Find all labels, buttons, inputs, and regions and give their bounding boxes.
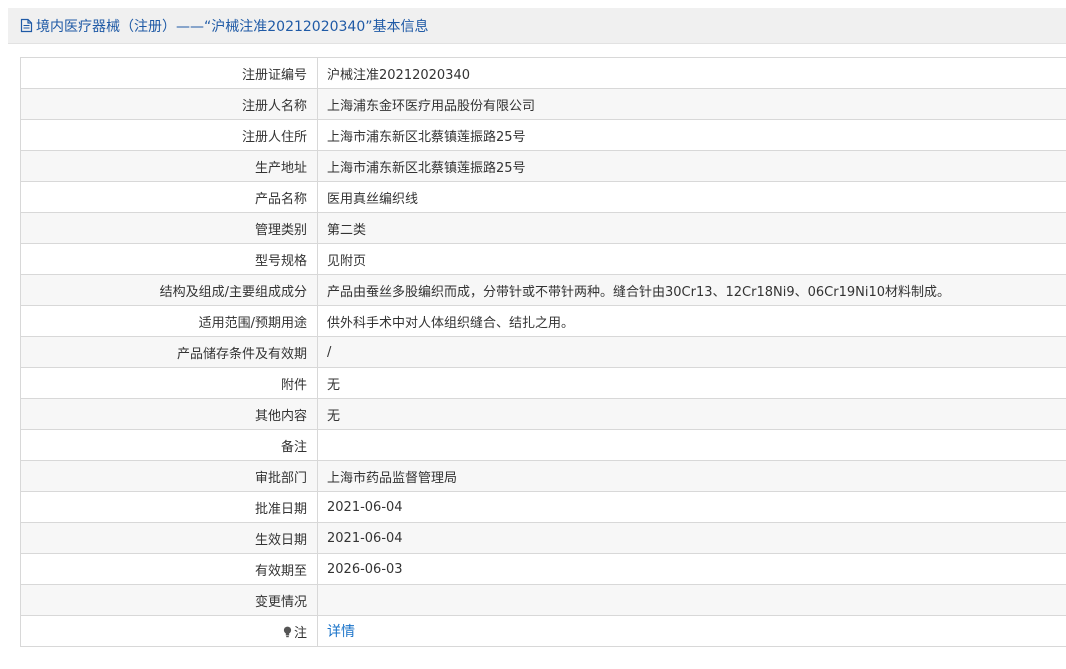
row-label: 注册证编号 (20, 57, 318, 89)
row-label: 产品名称 (20, 181, 318, 213)
row-label: 注册人住所 (20, 119, 318, 151)
row-value: / (317, 336, 1066, 368)
info-panel: 注册证编号 沪械注准20212020340 注册人名称 上海浦东金环医疗用品股份有限公… (8, 44, 1066, 669)
table-row: 适用范围/预期用途 供外科手术中对人体组织缝合、结扎之用。 (20, 305, 1066, 337)
table-row: 生产地址 上海市浦东新区北蔡镇莲振路25号 (20, 150, 1066, 182)
note-value-cell: 详情 (317, 615, 1066, 647)
table-row: 注册人住所 上海市浦东新区北蔡镇莲振路25号 (20, 119, 1066, 151)
row-value: 见附页 (317, 243, 1066, 275)
row-value: 上海市浦东新区北蔡镇莲振路25号 (317, 119, 1066, 151)
row-label: 型号规格 (20, 243, 318, 275)
detail-link[interactable]: 详情 (327, 624, 355, 640)
row-label: 有效期至 (20, 553, 318, 585)
table-row: 生效日期 2021-06-04 (20, 522, 1066, 554)
note-row: 注 详情 (20, 615, 1066, 647)
table-row: 其他内容无 (20, 398, 1066, 430)
table-row: 批准日期 2021-06-04 (20, 491, 1066, 523)
page-title: 境内医疗器械（注册）——“沪械注准20212020340”基本信息 (36, 18, 429, 35)
page: 境内医疗器械（注册）——“沪械注准20212020340”基本信息 注册证编号沪… (0, 0, 1066, 669)
table-row: 审批部门 上海市药品监督管理局 (20, 460, 1066, 492)
table-row: 型号规格 见附页 (20, 243, 1066, 275)
table-row: 注册证编号 沪械注准20212020340 (20, 57, 1066, 89)
row-label: 生效日期 (20, 522, 318, 554)
row-value: 无 (317, 367, 1066, 399)
table-row: 备注 (20, 429, 1066, 461)
row-label: 生产地址 (20, 150, 318, 182)
row-value: 无 (317, 398, 1066, 430)
row-label: 适用范围/预期用途 (20, 305, 318, 337)
row-label: 变更情况 (20, 584, 318, 616)
row-value: 沪械注准20212020340 (317, 57, 1066, 89)
row-label: 产品储存条件及有效期 (20, 336, 318, 368)
row-value: 上海浦东金环医疗用品股份有限公司 (317, 88, 1066, 120)
document-icon (20, 18, 33, 33)
row-value: 医用真丝编织线 (317, 181, 1066, 213)
row-label: 注册人名称 (20, 88, 318, 120)
table-row: 变更情况 (20, 584, 1066, 616)
table-row: 管理类别 第二类 (20, 212, 1066, 244)
table-row: 注册人名称 上海浦东金环医疗用品股份有限公司 (20, 88, 1066, 120)
row-label: 审批部门 (20, 460, 318, 492)
row-value: 上海市浦东新区北蔡镇莲振路25号 (317, 150, 1066, 182)
note-label: 注 (293, 625, 307, 641)
row-label: 附件 (20, 367, 318, 399)
row-value: 2021-06-04 (317, 491, 1066, 523)
row-value: 2021-06-04 (317, 522, 1066, 554)
note-label-cell: 注 (20, 615, 318, 647)
row-value (317, 429, 1066, 461)
table-row: 附件无 (20, 367, 1066, 399)
row-value: 上海市药品监督管理局 (317, 460, 1066, 492)
table-row: 结构及组成/主要组成成分 产品由蚕丝多股编织而成，分带针或不带针两种。缝合针由30… (20, 274, 1066, 306)
table-row: 有效期至 2026-06-03 (20, 553, 1066, 585)
row-value: 产品由蚕丝多股编织而成，分带针或不带针两种。缝合针由30Cr13、12Cr18N… (317, 274, 1066, 306)
row-label: 其他内容 (20, 398, 318, 430)
lightbulb-icon (283, 626, 292, 638)
row-label: 结构及组成/主要组成成分 (20, 274, 318, 306)
row-label: 批准日期 (20, 491, 318, 523)
title-bar: 境内医疗器械（注册）——“沪械注准20212020340”基本信息 (8, 8, 1066, 44)
row-value (317, 584, 1066, 616)
row-value: 2026-06-03 (317, 553, 1066, 585)
row-value: 供外科手术中对人体组织缝合、结扎之用。 (317, 305, 1066, 337)
table-row: 产品储存条件及有效期 / (20, 336, 1066, 368)
info-table: 注册证编号 沪械注准20212020340 注册人名称 上海浦东金环医疗用品股份有限公… (20, 57, 1066, 647)
table-row: 产品名称 医用真丝编织线 (20, 181, 1066, 213)
row-label: 备注 (20, 429, 318, 461)
row-label: 管理类别 (20, 212, 318, 244)
row-value: 第二类 (317, 212, 1066, 244)
